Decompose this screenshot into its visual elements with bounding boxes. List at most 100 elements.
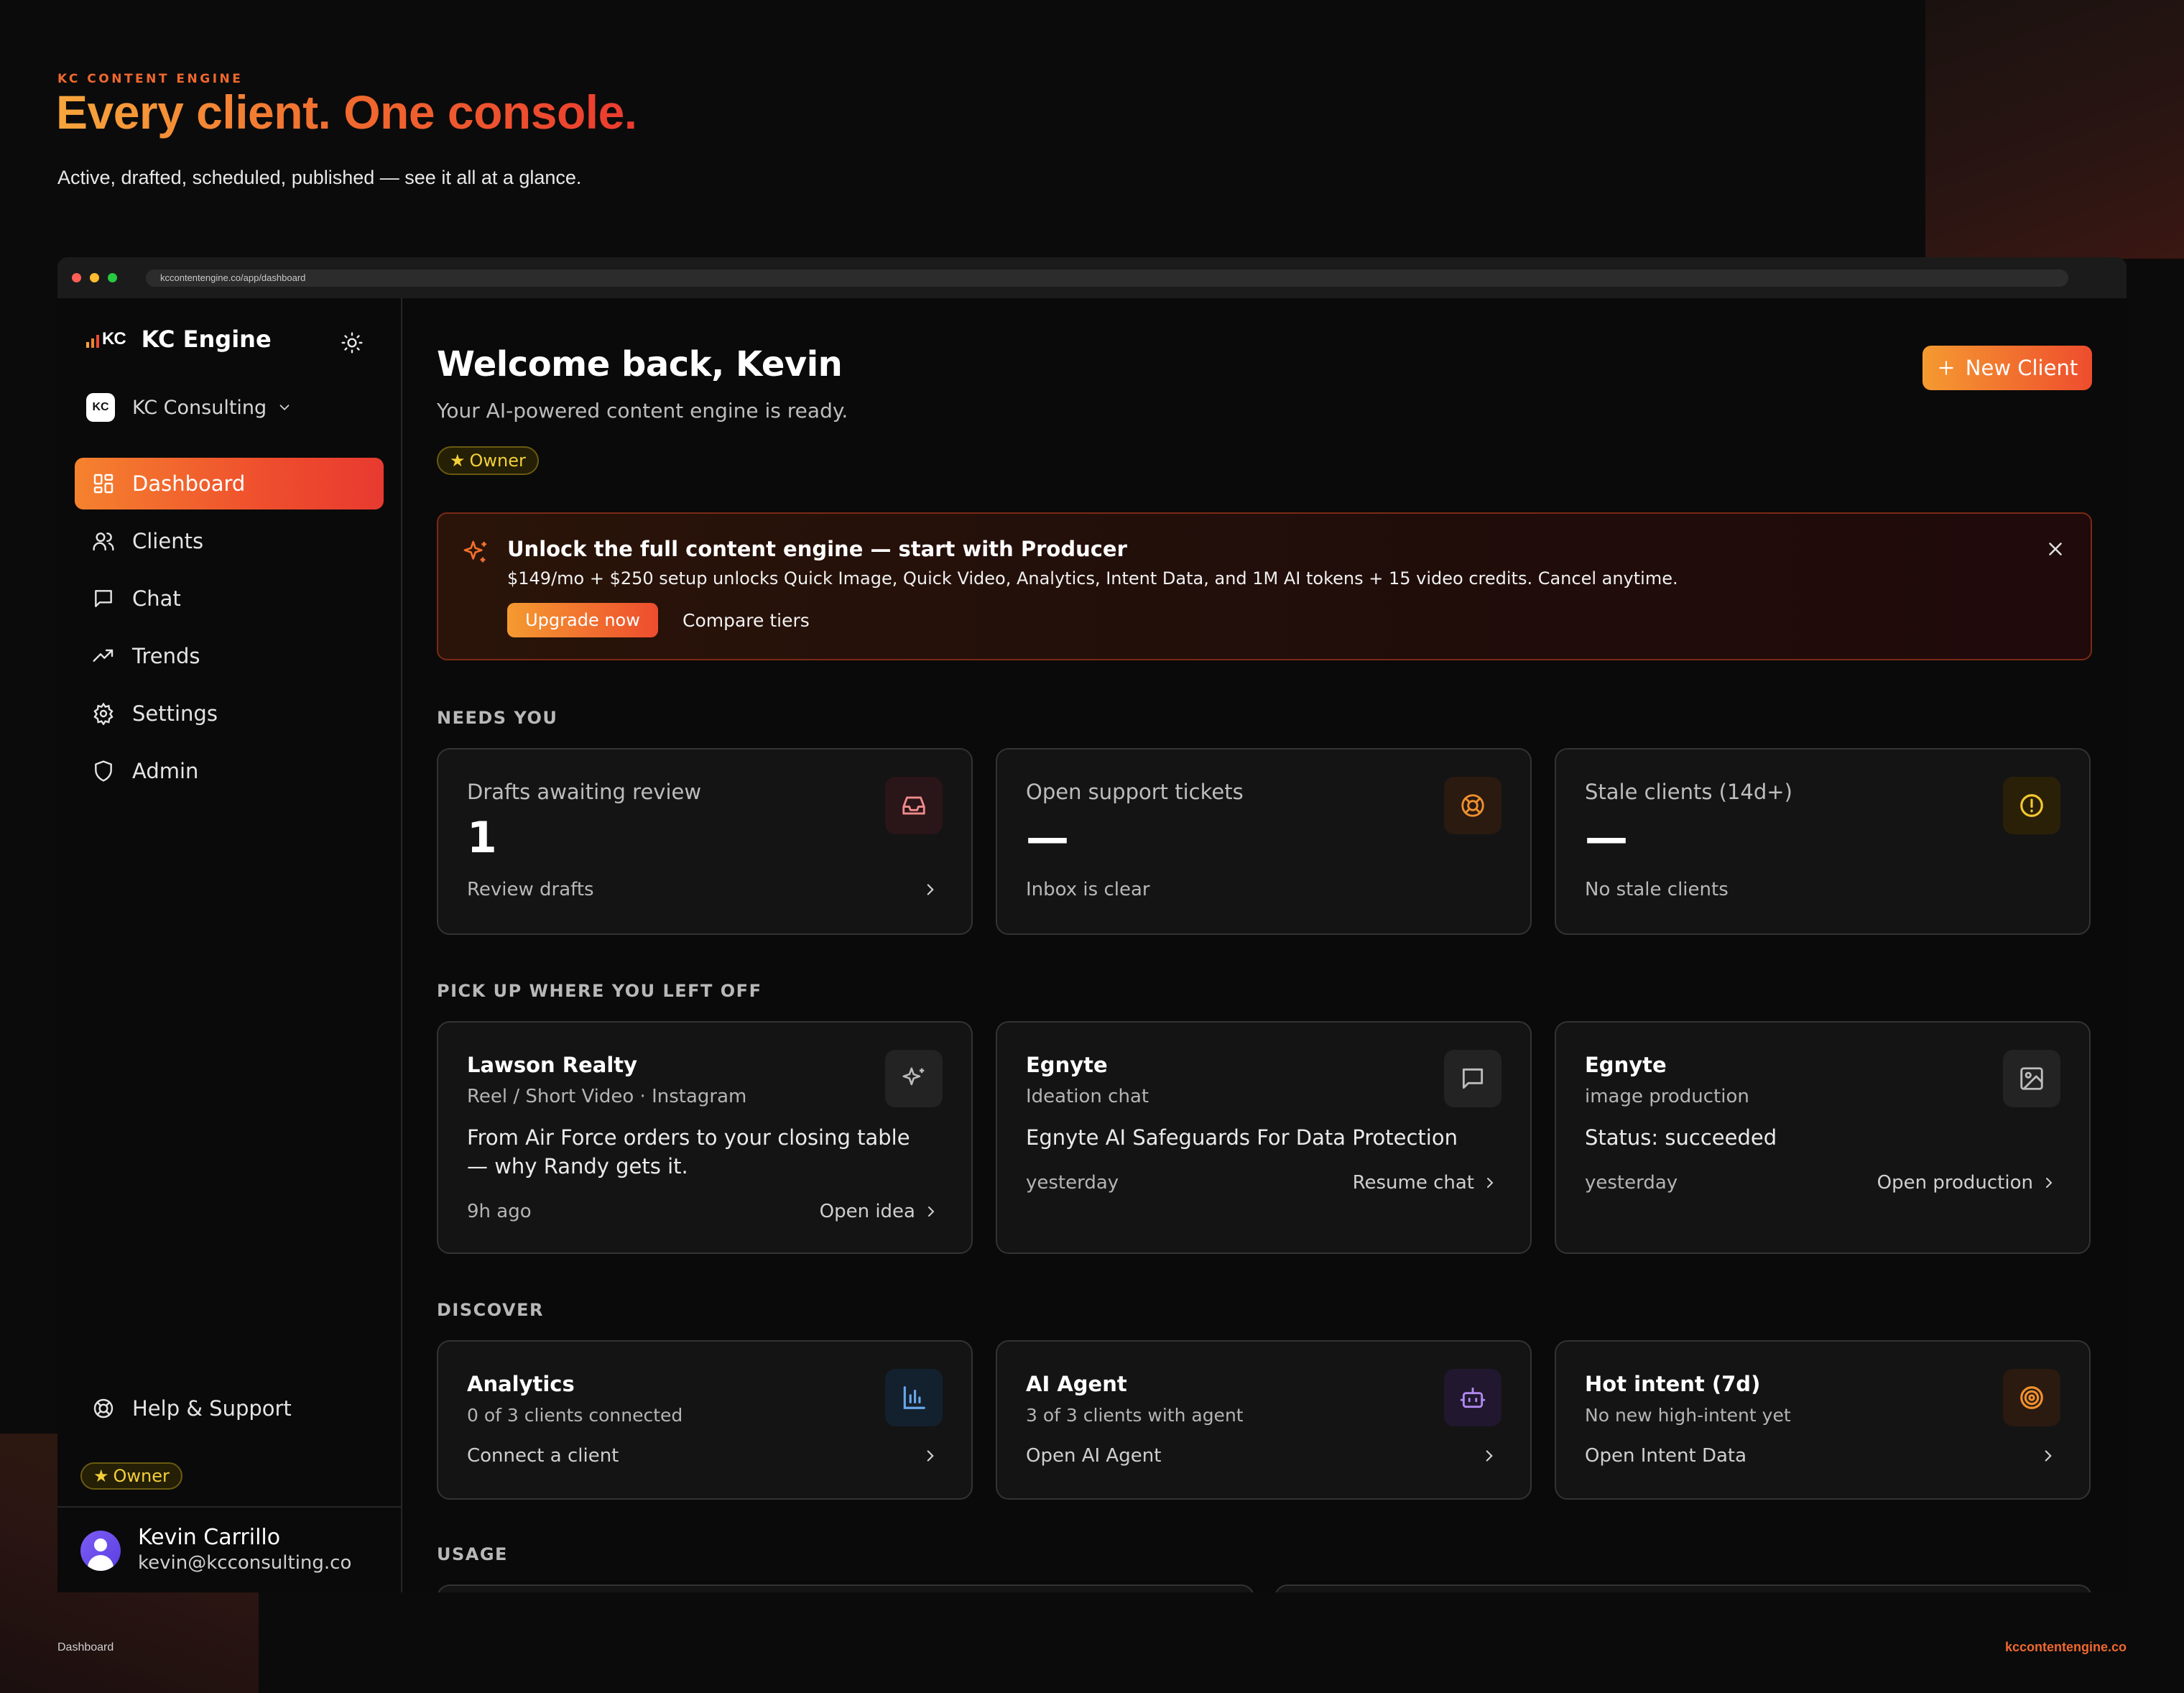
corner-glow-top-right xyxy=(1925,0,2184,259)
close-icon[interactable] xyxy=(2045,538,2066,560)
banner-text: $149/mo + $250 setup unlocks Quick Image… xyxy=(507,568,1678,589)
sidebar-item-chat[interactable]: Chat xyxy=(75,573,384,624)
support-tickets-card[interactable]: Open support tickets — Inbox is clear xyxy=(996,748,1532,935)
card-title: Hot intent (7d) xyxy=(1585,1372,1761,1396)
card-value: — xyxy=(1026,813,1069,863)
ai-agent-card[interactable]: AI Agent 3 of 3 clients with agent Open … xyxy=(996,1340,1532,1500)
resume-chat-link[interactable]: Resume chat xyxy=(1353,1172,1499,1194)
sidebar-item-label: Dashboard xyxy=(132,471,246,496)
card-meta: 3 of 3 clients with agent xyxy=(1026,1405,1244,1426)
link-label: Resume chat xyxy=(1352,1172,1474,1194)
help-support-label: Help & Support xyxy=(132,1396,292,1421)
card-icon-tile xyxy=(1444,1050,1502,1107)
link-label: Open idea xyxy=(819,1201,915,1222)
open-production-link[interactable]: Open production xyxy=(1877,1172,2058,1194)
close-window-dot[interactable] xyxy=(72,273,81,282)
sparkles-icon xyxy=(463,540,486,563)
section-label-usage: USAGE xyxy=(437,1544,508,1564)
compare-tiers-link[interactable]: Compare tiers xyxy=(682,610,810,631)
sidebar-item-clients[interactable]: Clients xyxy=(75,515,384,567)
chevron-right-icon xyxy=(927,884,934,895)
footer-page-label: Dashboard xyxy=(57,1641,114,1653)
chevron-right-icon xyxy=(927,1450,934,1462)
chevron-right-icon xyxy=(928,1207,935,1217)
star-icon: ★ xyxy=(450,451,466,471)
sidebar-item-label: Settings xyxy=(132,701,218,726)
org-name: KC Consulting xyxy=(132,396,267,419)
upgrade-now-button[interactable]: Upgrade now xyxy=(507,603,658,637)
card-title: Open support tickets xyxy=(1026,780,1244,804)
sidebar-item-admin[interactable]: Admin xyxy=(75,745,384,797)
item-time: 9h ago xyxy=(467,1201,532,1222)
card-link[interactable]: Connect a client xyxy=(467,1445,619,1467)
card-icon-tile xyxy=(885,777,943,834)
item-summary: From Air Force orders to your closing ta… xyxy=(467,1125,910,1178)
card-icon-tile xyxy=(2003,1050,2060,1107)
card-icon-tile xyxy=(2003,1369,2060,1426)
usage-card xyxy=(437,1584,1254,1592)
card-status: Inbox is clear xyxy=(1026,879,1150,900)
sidebar-item-trends[interactable]: Trends xyxy=(75,630,384,682)
footer-site-link: kccontentengine.co xyxy=(2004,1640,2127,1654)
card-link[interactable]: Open Intent Data xyxy=(1585,1445,1746,1467)
drafts-review-card[interactable]: Drafts awaiting review 1 Review drafts xyxy=(437,748,973,935)
item-meta: image production xyxy=(1585,1086,1749,1107)
card-value: 1 xyxy=(467,813,497,863)
chevron-right-icon xyxy=(2046,1178,2053,1188)
theme-toggle-button[interactable] xyxy=(341,331,364,354)
owner-badge-label: Owner xyxy=(469,451,526,471)
hot-intent-card[interactable]: Hot intent (7d) No new high-intent yet O… xyxy=(1555,1340,2091,1500)
image-icon xyxy=(2020,1067,2043,1090)
org-logo-text: KC xyxy=(92,401,109,413)
hero-subtitle: Active, drafted, scheduled, published — … xyxy=(57,167,582,188)
recent-item-card[interactable]: Lawson Realty Reel / Short Video · Insta… xyxy=(437,1021,973,1254)
new-client-label: New Client xyxy=(1965,356,2078,380)
upgrade-banner: Unlock the full content engine — start w… xyxy=(437,512,2092,660)
stale-clients-card[interactable]: Stale clients (14d+) — No stale clients xyxy=(1555,748,2091,935)
card-link[interactable]: Review drafts xyxy=(467,879,594,900)
minimize-window-dot[interactable] xyxy=(90,273,99,282)
user-profile[interactable]: Kevin Carrillo kevin@kcconsulting.co xyxy=(57,1506,401,1592)
shield-icon xyxy=(95,760,112,782)
bot-icon xyxy=(1460,1387,1486,1408)
analytics-card[interactable]: Analytics 0 of 3 clients connected Conne… xyxy=(437,1340,973,1500)
card-icon-tile xyxy=(885,1369,943,1426)
card-status: No stale clients xyxy=(1585,879,1729,900)
lifebuoy-icon xyxy=(1461,794,1484,817)
bar-chart-icon xyxy=(903,1386,925,1409)
card-icon-tile xyxy=(1444,1369,1502,1426)
logo-bars-icon xyxy=(86,331,99,348)
card-link[interactable]: Open AI Agent xyxy=(1026,1445,1161,1467)
sidebar-item-dashboard[interactable]: Dashboard xyxy=(75,458,384,509)
sidebar-item-label: Clients xyxy=(132,529,204,553)
link-label: Open production xyxy=(1877,1172,2033,1194)
sidebar-item-label: Trends xyxy=(132,644,200,668)
maximize-window-dot[interactable] xyxy=(108,273,117,282)
help-support-link[interactable]: Help & Support xyxy=(92,1396,292,1421)
chevron-down-icon xyxy=(279,405,290,411)
users-icon xyxy=(93,532,114,551)
hero-kicker: KC CONTENT ENGINE xyxy=(57,72,244,86)
user-name: Kevin Carrillo xyxy=(138,1525,281,1550)
item-meta: Ideation chat xyxy=(1026,1086,1149,1107)
item-summary: Egnyte AI Safeguards For Data Protection xyxy=(1026,1125,1458,1150)
hero-title: Every client. One console. xyxy=(56,86,637,139)
browser-window: kccontentengine.co/app/dashboard KC KC E… xyxy=(57,257,2127,1592)
brand[interactable]: KC KC Engine xyxy=(86,326,272,353)
card-meta: No new high-intent yet xyxy=(1585,1405,1791,1426)
open-idea-link[interactable]: Open idea xyxy=(820,1201,940,1222)
item-meta: Reel / Short Video · Instagram xyxy=(467,1086,747,1107)
sidebar-item-settings[interactable]: Settings xyxy=(75,688,384,739)
address-bar[interactable]: kccontentengine.co/app/dashboard xyxy=(146,269,2068,287)
main-content: Welcome back, Kevin Your AI-powered cont… xyxy=(402,298,2127,1592)
brand-name: KC Engine xyxy=(141,326,272,353)
gear-icon xyxy=(93,702,114,725)
org-switcher[interactable]: KC KC Consulting xyxy=(86,393,292,422)
sun-icon xyxy=(341,332,363,354)
item-time: yesterday xyxy=(1026,1172,1119,1194)
recent-item-card[interactable]: Egnyte image production Status: succeede… xyxy=(1555,1021,2091,1254)
app-shell: KC KC Engine KC KC Consulting Dashboard … xyxy=(57,298,2127,1592)
trend-icon xyxy=(93,649,114,662)
new-client-button[interactable]: New Client xyxy=(1922,346,2092,390)
recent-item-card[interactable]: Egnyte Ideation chat Egnyte AI Safeguard… xyxy=(996,1021,1532,1254)
